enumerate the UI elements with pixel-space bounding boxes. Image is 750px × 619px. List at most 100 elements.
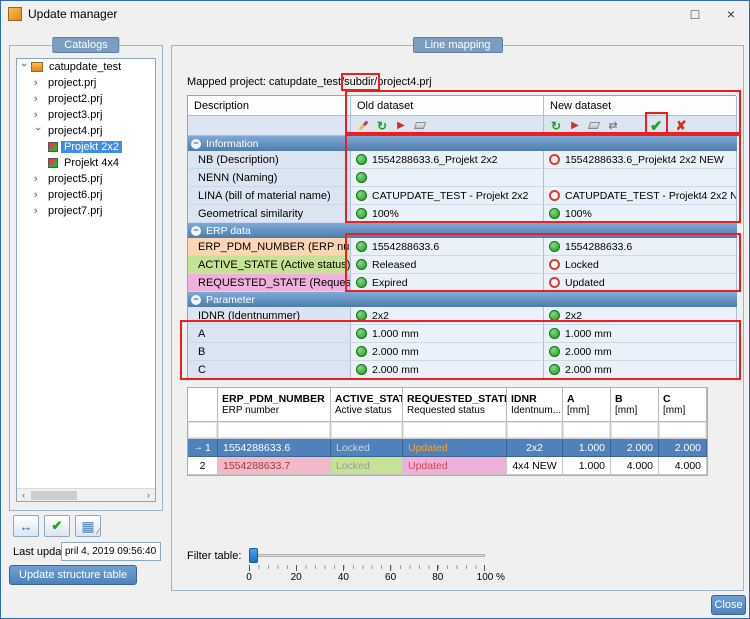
table-cell[interactable]: 2.000 — [611, 439, 659, 457]
status-icon — [549, 259, 560, 270]
apply-button[interactable]: ✔ — [44, 515, 70, 537]
table-cell[interactable]: 4x4 NEW — [507, 457, 563, 475]
table-cell[interactable]: 4.000 — [659, 457, 707, 475]
filter-input[interactable] — [611, 422, 659, 439]
new-value-a: 1.000 mm — [544, 325, 737, 343]
status-icon — [549, 208, 560, 219]
chevron-collapsed-icon[interactable]: › — [34, 78, 42, 89]
close-window-button[interactable]: × — [713, 1, 749, 27]
filter-slider[interactable]: 0 20 40 60 80 100 % — [246, 545, 505, 585]
chevron-expanded-icon[interactable]: › — [32, 127, 44, 135]
collapse-icon[interactable]: − — [191, 225, 201, 236]
slider-handle[interactable] — [249, 548, 258, 563]
catalog-tree: › catupdate_test › project.prj › project… — [16, 58, 156, 502]
refresh-icon[interactable]: ↻ — [374, 118, 390, 134]
status-icon — [356, 364, 367, 375]
section-erp-data[interactable]: − ERP data — [188, 223, 737, 238]
slider-minor-ticks — [249, 565, 485, 569]
tree-item-projekt-2x2[interactable]: Projekt 2x2 — [17, 139, 155, 155]
app-icon — [8, 7, 22, 21]
chevron-collapsed-icon[interactable]: › — [34, 206, 42, 217]
table-cell[interactable]: Locked — [331, 457, 403, 475]
col-header-active-state[interactable]: ACTIVE_STATEActive status — [331, 388, 403, 422]
edit-table-button[interactable]: ▦ ∕ — [75, 515, 101, 537]
table-cell[interactable]: Locked — [331, 439, 403, 457]
row-label-b: B — [188, 343, 351, 361]
table-cell[interactable]: 1.000 — [563, 457, 611, 475]
chevron-collapsed-icon[interactable]: › — [34, 94, 42, 105]
table-cell[interactable]: Updated — [403, 457, 507, 475]
status-icon — [549, 277, 560, 288]
col-header-erp-pdm-number[interactable]: ERP_PDM_NUMBER ERP number — [218, 388, 331, 422]
table-cell[interactable]: 1.000 — [563, 439, 611, 457]
pen-icon[interactable] — [355, 118, 371, 134]
tree-item-project5-prj[interactable]: › project5.prj — [17, 171, 155, 187]
line-mapping-groupbox: Line mapping Mapped project: catupdate_t… — [171, 37, 744, 591]
tree-item-project6-prj[interactable]: › project6.prj — [17, 187, 155, 203]
column-header-new-dataset: New dataset — [544, 96, 737, 116]
col-header-requested-state[interactable]: REQUESTED_STATE Requested status — [403, 388, 507, 422]
tree-item-project2-prj[interactable]: › project2.prj — [17, 91, 155, 107]
import-icon[interactable]: ▶ — [393, 118, 409, 134]
chevron-expanded-icon[interactable]: › — [18, 63, 30, 71]
old-value-a: 1.000 mm — [351, 325, 544, 343]
chevron-collapsed-icon[interactable]: › — [34, 174, 42, 185]
filter-input[interactable] — [563, 422, 611, 439]
old-value-idnr: 2x2 — [351, 307, 544, 325]
table-cell[interactable]: 1554288633.7 — [218, 457, 331, 475]
collapse-icon[interactable]: − — [191, 138, 201, 149]
col-header-idnr[interactable]: IDNR Identnum... — [507, 388, 563, 422]
close-button[interactable]: Close — [711, 595, 746, 615]
row-selector[interactable]: → 1 — [188, 439, 218, 457]
eraser-icon[interactable] — [586, 118, 602, 134]
table-cell[interactable]: 1554288633.6 — [218, 439, 331, 457]
slider-track[interactable] — [249, 554, 485, 557]
tree-item-projekt-4x4[interactable]: Projekt 4x4 — [17, 155, 155, 171]
chevron-collapsed-icon[interactable]: › — [34, 190, 42, 201]
maximize-button[interactable]: □ — [677, 1, 713, 27]
import-icon[interactable]: ▶ — [567, 118, 583, 134]
collapse-icon[interactable]: − — [191, 294, 201, 305]
line-mapping-group-label: Line mapping — [412, 37, 503, 53]
table-cell[interactable]: 4.000 — [611, 457, 659, 475]
col-header-c[interactable]: C [mm] — [659, 388, 707, 422]
tree-item-project-prj[interactable]: › project.prj — [17, 75, 155, 91]
eraser-icon[interactable] — [412, 118, 428, 134]
scrollbar-thumb[interactable] — [31, 490, 77, 500]
scroll-left-icon[interactable]: ‹ — [17, 490, 30, 500]
tree-horizontal-scrollbar[interactable]: ‹ › — [17, 488, 155, 501]
last-update-field[interactable] — [61, 542, 161, 561]
filter-input[interactable] — [218, 422, 331, 439]
new-value-geometrical-similarity: 100% — [544, 205, 737, 223]
filter-input[interactable] — [659, 422, 707, 439]
tree-item-catupdate-test[interactable]: › catupdate_test — [17, 59, 155, 75]
compare-icon[interactable]: ⇄ — [605, 118, 621, 134]
table-cell[interactable]: 2x2 — [507, 439, 563, 457]
filter-input[interactable] — [507, 422, 563, 439]
chevron-collapsed-icon[interactable]: › — [34, 110, 42, 121]
reject-mapping-icon[interactable]: ✘ — [676, 118, 687, 134]
line-mapping-table: Description Old dataset New dataset ↻ ▶ … — [187, 95, 737, 380]
accept-mapping-icon[interactable]: ✔ — [645, 111, 668, 140]
update-structure-table-button[interactable]: Update structure table — [9, 565, 138, 585]
table-cell[interactable]: 2.000 — [659, 439, 707, 457]
section-parameter[interactable]: − Parameter — [188, 292, 737, 307]
old-value-erp-pdm-number: 1554288633.6 — [351, 238, 544, 256]
col-header-b[interactable]: B [mm] — [611, 388, 659, 422]
filter-input[interactable] — [331, 422, 403, 439]
tree-item-project3-prj[interactable]: › project3.prj — [17, 107, 155, 123]
section-information[interactable]: − Information — [188, 136, 737, 151]
sync-arrows-icon: ↔ — [19, 518, 33, 534]
structure-table: ERP_PDM_NUMBERERP number ACTIVE_STATEAct… — [187, 387, 708, 476]
sync-button[interactable]: ↔ — [13, 515, 39, 537]
filter-input[interactable] — [403, 422, 507, 439]
scroll-right-icon[interactable]: › — [142, 490, 155, 500]
window-title: Update manager — [28, 7, 118, 21]
tree-item-project4-prj[interactable]: › project4.prj — [17, 123, 155, 139]
col-header-a[interactable]: A [mm] — [563, 388, 611, 422]
table-cell[interactable]: Updated — [403, 439, 507, 457]
tree-item-project7-prj[interactable]: › project7.prj — [17, 203, 155, 219]
refresh-icon[interactable]: ↻ — [548, 118, 564, 134]
check-icon: ✔ — [51, 518, 63, 533]
row-selector[interactable]: 2 — [188, 457, 218, 475]
